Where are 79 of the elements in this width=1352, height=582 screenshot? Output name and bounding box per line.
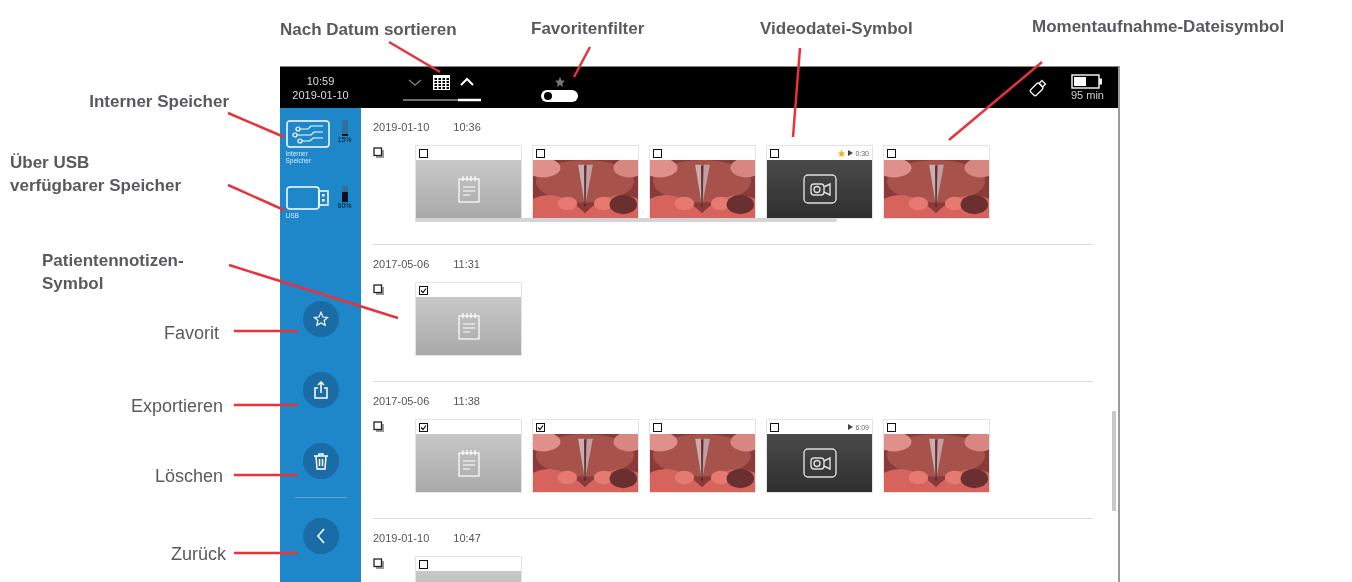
photo-thumbnail[interactable] xyxy=(532,419,639,493)
video-camera-icon xyxy=(802,174,837,204)
group-time: 10:36 xyxy=(453,121,481,133)
checkbox[interactable] xyxy=(419,422,428,432)
checkbox[interactable] xyxy=(419,559,428,569)
clock-time: 10:59 xyxy=(306,73,335,88)
checkbox[interactable] xyxy=(887,148,896,158)
notepad-icon xyxy=(457,312,480,340)
callout-label: Patientennotizen- Symbol xyxy=(42,250,184,295)
group-time: 11:38 xyxy=(453,395,480,407)
callout-label: Zurück xyxy=(171,543,226,566)
favorite-button[interactable] xyxy=(302,301,339,337)
leader-line xyxy=(227,183,285,212)
vertical-scrollbar[interactable] xyxy=(1112,411,1116,511)
battery-icon xyxy=(1071,74,1104,89)
leader-line xyxy=(234,551,298,555)
checkbox[interactable] xyxy=(887,422,896,432)
checkbox[interactable] xyxy=(536,148,545,158)
video-camera-icon xyxy=(802,448,837,478)
leader-line xyxy=(572,46,592,78)
callout-label: Momentaufnahme-Dateisymbol xyxy=(1032,16,1285,38)
trash-icon xyxy=(312,452,329,470)
select-all-icon[interactable] xyxy=(373,147,385,159)
callout-label: Favoritenfilter xyxy=(531,18,645,40)
notes-thumbnail[interactable] xyxy=(415,282,522,356)
group-time: 10:47 xyxy=(453,532,481,544)
notepad-icon xyxy=(457,449,480,477)
group-date: 2017-05-06 xyxy=(373,395,430,407)
chevron-left-icon xyxy=(315,528,326,544)
callout-label: Favorit xyxy=(164,322,219,345)
checkbox[interactable] xyxy=(419,148,428,158)
photo-thumbnail[interactable] xyxy=(883,419,990,493)
battery-time: 95 min xyxy=(1070,89,1104,101)
leader-line xyxy=(234,403,298,407)
notes-thumbnail[interactable] xyxy=(415,145,522,219)
back-button[interactable] xyxy=(302,518,339,554)
checkbox[interactable] xyxy=(770,148,779,158)
share-icon xyxy=(312,381,329,399)
callout-label: Exportieren xyxy=(130,395,223,418)
leader-line xyxy=(234,329,298,333)
callout-label: Interner Speicher xyxy=(89,91,229,113)
group-date: 2017-05-06 xyxy=(373,258,430,270)
callout-label: Über USB verfügbarer Speicher xyxy=(10,152,181,197)
callout-label: Nach Datum sortieren xyxy=(280,19,457,41)
checkbox[interactable] xyxy=(653,422,662,432)
photo-thumbnail[interactable] xyxy=(883,145,990,219)
group-date: 2019-01-10 xyxy=(373,532,430,544)
checkbox[interactable] xyxy=(770,422,779,432)
storage-meter xyxy=(341,120,348,136)
star-icon xyxy=(312,311,329,327)
favorites-toggle[interactable] xyxy=(541,89,578,102)
photo-thumbnail[interactable] xyxy=(649,145,756,219)
select-all-icon[interactable] xyxy=(373,421,385,433)
delete-button[interactable] xyxy=(302,443,339,479)
checkbox[interactable] xyxy=(653,148,662,158)
select-all-icon[interactable] xyxy=(373,558,385,570)
photo-thumbnail[interactable] xyxy=(649,419,756,493)
storage-meter xyxy=(341,186,348,202)
leader-line xyxy=(227,111,285,139)
horizontal-scrollbar[interactable] xyxy=(415,218,837,222)
play-icon xyxy=(848,150,854,156)
checkbox[interactable] xyxy=(536,422,545,432)
callout-label: Löschen xyxy=(154,465,223,488)
group-date: 2019-01-10 xyxy=(373,121,430,133)
usb-stick-icon[interactable] xyxy=(285,186,330,210)
play-icon xyxy=(848,424,854,430)
export-button[interactable] xyxy=(302,372,339,408)
notepad-icon xyxy=(457,175,480,203)
leader-line xyxy=(388,40,441,74)
callout-label: Videodatei-Symbol xyxy=(760,18,913,40)
select-all-icon[interactable] xyxy=(373,284,385,296)
group-time: 11:31 xyxy=(453,258,480,270)
leader-line xyxy=(234,473,298,477)
photo-thumbnail[interactable] xyxy=(532,145,639,219)
checkbox[interactable] xyxy=(419,285,428,295)
notes-thumbnail[interactable] xyxy=(415,419,522,493)
star-icon xyxy=(553,75,566,88)
circuit-board-icon[interactable] xyxy=(285,120,330,148)
clock-date: 2019-01-10 xyxy=(292,87,349,102)
